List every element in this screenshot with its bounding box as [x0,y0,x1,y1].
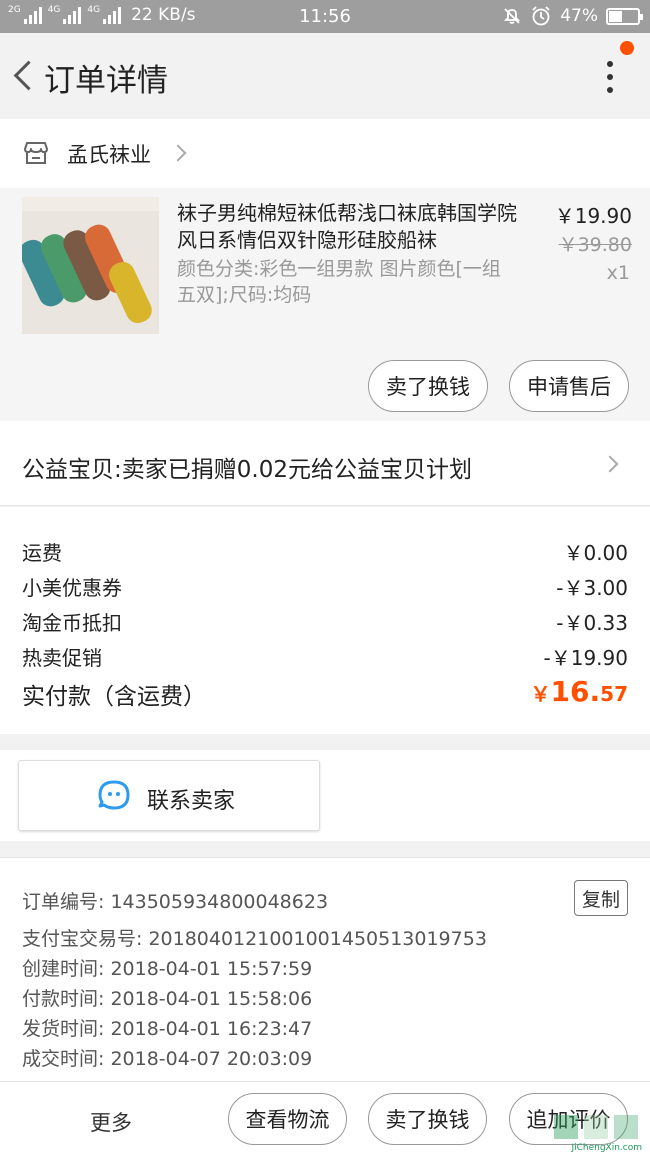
page-title: 订单详情 [44,63,168,99]
total-label: 实付款（含运费） [22,684,206,710]
charity-text: 公益宝贝:卖家已捐赠0.02元给公益宝贝计划 [22,457,472,483]
alarm-icon [532,6,550,26]
order-number: 订单编号: 143505934800048623 [22,891,329,913]
more-button[interactable]: 更多 [90,1107,132,1137]
copy-button[interactable]: 复制 [574,880,628,916]
cost-label: 运费 [22,541,62,565]
alipay-number: 支付宝交易号: 2018040121001001450513019753 [22,928,487,950]
contact-seller-label: 联系卖家 [147,789,236,814]
bottom-bar: 更多 查看物流 卖了换钱 追加评价 JiChengXin.com [0,1081,650,1155]
cost-row-shipping: 运费 ￥0.00 [22,537,628,567]
mute-icon [504,8,521,24]
cost-row-coins: 淘金币抵扣 -￥0.33 [22,607,628,637]
charity-row[interactable]: 公益宝贝:卖家已捐赠0.02元给公益宝贝计划 [0,421,650,506]
item-price: ￥19.90 [554,204,632,228]
back-icon[interactable] [8,55,36,95]
item-thumbnail [22,197,159,334]
status-right: 47% [502,5,643,27]
cost-value: -￥0.33 [556,611,628,635]
shipped-time: 发货时间: 2018-04-01 16:23:47 [22,1018,313,1040]
contact-seller-button[interactable]: 联系卖家 [18,760,320,831]
battery-percent: 47% [560,6,598,26]
cost-row-promo: 热卖促销 -￥19.90 [22,642,628,672]
cost-summary: 运费 ￥0.00 小美优惠券 -￥3.00 淘金币抵扣 -￥0.33 热卖促销 … [0,507,650,734]
cost-label: 淘金币抵扣 [22,611,122,635]
item-original-price: ￥39.80 [558,234,632,256]
view-logistics-button[interactable]: 查看物流 [228,1093,347,1145]
header: 订单详情 [0,33,650,119]
completed-time: 成交时间: 2018-04-07 20:03:09 [22,1048,313,1070]
item-title: 袜子男纯棉短袜低帮浅口袜底韩国学院风日系情侣双针隐形硅胶船袜 [177,201,517,252]
item-sku: 颜色分类:彩色一组男款 图片颜色[一组五双];尺码:均码 [177,258,501,306]
battery-icon [606,7,643,25]
cost-value: -￥3.00 [556,576,628,600]
cost-row-coupon: 小美优惠券 -￥3.00 [22,572,628,602]
order-info: 订单编号: 143505934800048623 复制 支付宝交易号: 2018… [0,857,650,1081]
cost-value: -￥19.90 [543,646,628,670]
after-sales-button[interactable]: 申请售后 [509,360,629,412]
paid-time: 付款时间: 2018-04-01 15:58:06 [22,988,313,1010]
chat-icon [98,780,130,810]
item-quantity: x1 [606,262,630,284]
sell-for-cash-bottom-button[interactable]: 卖了换钱 [368,1093,487,1145]
battery-fill [609,10,622,22]
more-menu-icon[interactable] [600,59,620,95]
notification-dot [620,41,634,55]
shop-row[interactable]: 孟氏袜业 [0,119,650,188]
cost-value: ￥0.00 [563,541,628,565]
shop-chevron-icon [169,144,187,162]
total-decimal: 57 [600,682,628,706]
total-integer: 16. [550,675,601,708]
shop-name: 孟氏袜业 [67,143,151,167]
status-bar: 2G 4G 4G 22 KB/s 11:56 47% [0,0,650,33]
order-item[interactable]: 袜子男纯棉短袜低帮浅口袜底韩国学院风日系情侣双针隐形硅胶船袜 颜色分类:彩色一组… [0,188,650,421]
charity-chevron-icon [601,455,619,473]
sell-for-cash-button[interactable]: 卖了换钱 [368,360,488,412]
shop-icon [24,142,48,164]
created-time: 创建时间: 2018-04-01 15:57:59 [22,958,313,980]
total-row: 实付款（含运费） ￥16.57 [22,675,628,715]
watermark-text: JiChengXin.com [571,1143,642,1153]
total-currency: ￥ [530,682,551,706]
cost-label: 小美优惠券 [22,576,122,600]
contact-area: 联系卖家 [0,734,650,841]
cost-label: 热卖促销 [22,646,102,670]
total-amount: ￥16.57 [531,675,628,708]
